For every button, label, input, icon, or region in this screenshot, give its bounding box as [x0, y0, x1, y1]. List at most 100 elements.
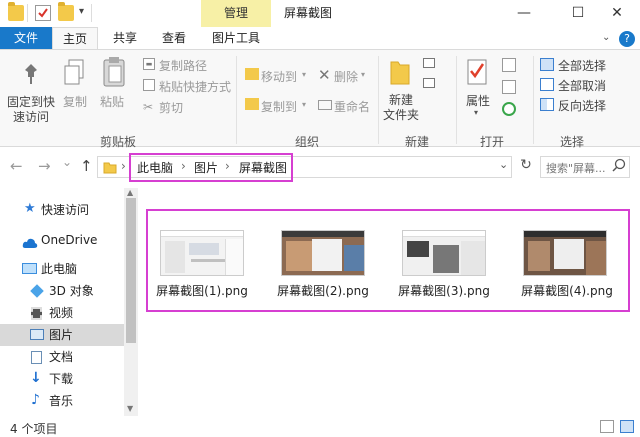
- move-to-dropdown-icon[interactable]: ▾: [302, 70, 306, 79]
- nav-item-pictures[interactable]: 图片: [0, 324, 124, 346]
- paste-shortcut-button[interactable]: 粘贴快捷方式: [159, 78, 231, 95]
- nav-item-onedrive[interactable]: OneDrive: [0, 229, 124, 251]
- pin-quick-access-label-2[interactable]: 速访问: [13, 108, 49, 125]
- close-button[interactable]: ✕: [594, 0, 640, 27]
- select-none-button[interactable]: 全部取消: [558, 77, 606, 94]
- cut-button[interactable]: 剪切: [159, 99, 183, 116]
- copy-to-dropdown-icon[interactable]: ▾: [302, 100, 306, 109]
- tab-view[interactable]: 查看: [152, 27, 196, 49]
- breadcrumb-highlight-box: [129, 153, 293, 182]
- file-name[interactable]: 屏幕截图(3).png: [389, 282, 499, 299]
- nav-scrollbar-thumb[interactable]: [126, 198, 136, 343]
- group-clipboard-label: 剪贴板: [99, 135, 136, 149]
- nav-item-this-pc[interactable]: 此电脑: [0, 258, 124, 280]
- back-button[interactable]: ←: [10, 157, 23, 175]
- tab-share[interactable]: 共享: [103, 27, 147, 49]
- item-count: 4 个项目: [10, 422, 58, 436]
- scroll-up-arrow[interactable]: ▲: [127, 188, 133, 197]
- select-none-icon: [540, 78, 554, 91]
- nav-item-videos[interactable]: 视频: [0, 302, 124, 324]
- edit-icon[interactable]: [502, 80, 516, 94]
- details-view-icon[interactable]: [600, 420, 614, 433]
- video-icon: [31, 307, 42, 320]
- file-name[interactable]: 屏幕截图(1).png: [147, 282, 257, 299]
- breadcrumb-separator: ›: [121, 159, 126, 173]
- nav-item-music[interactable]: ♪ 音乐: [0, 390, 124, 412]
- manage-context-tab[interactable]: 管理: [201, 0, 271, 27]
- customize-toolbar-icon[interactable]: ▾: [79, 6, 84, 17]
- file-name[interactable]: 屏幕截图(2).png: [268, 282, 378, 299]
- select-all-button[interactable]: 全部选择: [558, 57, 606, 74]
- nav-item-label: 音乐: [49, 394, 74, 408]
- search-placeholder: 搜索"屏幕...: [546, 162, 606, 175]
- pictures-icon: [30, 329, 44, 340]
- download-icon: ↓: [30, 370, 42, 386]
- invert-selection-icon: [540, 98, 554, 111]
- group-new-label: 新建: [404, 135, 429, 149]
- scroll-down-arrow[interactable]: ▼: [127, 404, 133, 413]
- copy-path-icon: ▬: [143, 58, 155, 70]
- nav-item-label: 快速访问: [41, 203, 90, 217]
- search-icon[interactable]: [612, 158, 626, 175]
- status-bar: [0, 416, 640, 437]
- nav-item-3d-objects[interactable]: 3D 对象: [0, 280, 124, 302]
- select-all-icon: [540, 58, 554, 71]
- delete-icon: ✕: [318, 66, 331, 84]
- tab-picture-tools[interactable]: 图片工具: [202, 27, 270, 49]
- folder-icon: [103, 160, 117, 174]
- delete-dropdown-icon[interactable]: ▾: [361, 70, 365, 79]
- expand-ribbon-icon[interactable]: ⌄: [602, 32, 610, 43]
- nav-item-label: 图片: [49, 328, 74, 342]
- ribbon-separator: [456, 56, 457, 144]
- computer-icon: [22, 263, 37, 274]
- file-thumbnail[interactable]: [523, 230, 607, 276]
- tab-home[interactable]: 主页: [52, 27, 98, 49]
- invert-selection-button[interactable]: 反向选择: [558, 97, 606, 114]
- up-button[interactable]: ↑: [80, 157, 93, 175]
- recent-locations-button[interactable]: ⌄: [62, 155, 72, 169]
- rename-button[interactable]: 重命名: [334, 98, 370, 115]
- nav-item-downloads[interactable]: ↓ 下载: [0, 368, 124, 390]
- nav-item-documents[interactable]: 文档: [0, 346, 124, 368]
- nav-item-label: 下载: [49, 372, 74, 386]
- properties-checkbox-icon[interactable]: [35, 5, 51, 21]
- file-name[interactable]: 屏幕截图(4).png: [512, 282, 622, 299]
- open-icon[interactable]: [502, 58, 516, 72]
- new-folder-large-icon: [389, 58, 411, 89]
- copy-to-button[interactable]: 复制到: [261, 98, 297, 115]
- music-icon: ♪: [31, 392, 40, 408]
- copy-path-button[interactable]: 复制路径: [159, 57, 207, 74]
- refresh-button[interactable]: ↻: [516, 157, 536, 177]
- new-folder-label-2[interactable]: 文件夹: [383, 106, 419, 123]
- ribbon-separator: [533, 56, 534, 144]
- file-thumbnail[interactable]: [402, 230, 486, 276]
- copy-button[interactable]: 复制: [63, 93, 87, 110]
- move-to-button[interactable]: 移动到: [261, 68, 297, 85]
- forward-button[interactable]: →: [38, 157, 51, 175]
- nav-item-label: OneDrive: [41, 233, 98, 247]
- file-thumbnail[interactable]: [160, 230, 244, 276]
- easy-access-icon[interactable]: [423, 78, 435, 88]
- address-dropdown-icon[interactable]: ⌄: [499, 158, 508, 171]
- star-icon: ★: [24, 201, 36, 216]
- paste-shortcut-icon: [143, 79, 155, 91]
- nav-item-label: 3D 对象: [49, 284, 94, 298]
- delete-button[interactable]: 删除: [334, 68, 358, 85]
- new-folder-icon[interactable]: [58, 2, 74, 21]
- properties-icon: [466, 58, 488, 89]
- properties-button[interactable]: 属性: [466, 92, 490, 109]
- help-icon[interactable]: ?: [619, 31, 635, 47]
- group-open-label: 打开: [479, 135, 504, 149]
- tab-file[interactable]: 文件: [0, 27, 52, 49]
- paste-button[interactable]: 粘贴: [100, 93, 124, 110]
- pin-icon: [20, 62, 42, 89]
- properties-dropdown-icon[interactable]: ▾: [474, 108, 478, 117]
- minimize-button[interactable]: —: [501, 0, 547, 27]
- large-icons-view-icon[interactable]: [620, 420, 634, 433]
- new-item-icon[interactable]: [423, 58, 435, 68]
- history-icon[interactable]: [502, 102, 516, 116]
- file-thumbnail[interactable]: [281, 230, 365, 276]
- paste-icon: [101, 56, 127, 91]
- rename-icon: [318, 100, 332, 110]
- nav-item-quick-access[interactable]: ★ 快速访问: [0, 199, 124, 221]
